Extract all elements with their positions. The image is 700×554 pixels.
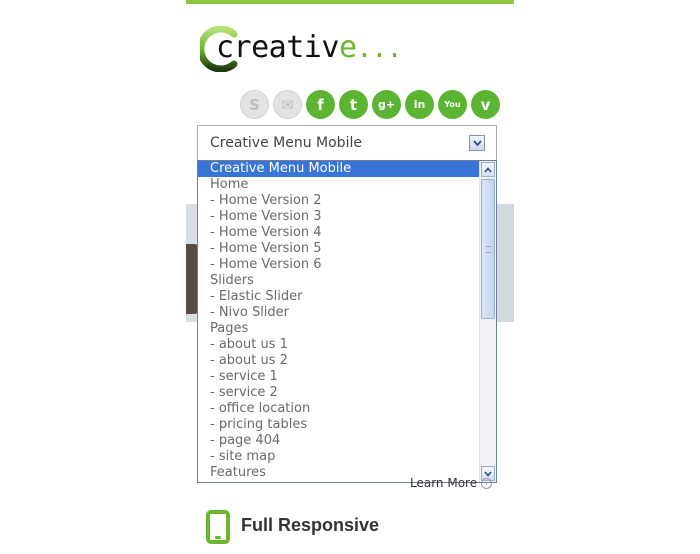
page: creative... S ✉ f t g+ in You v Creative Menu M… xyxy=(0,0,700,554)
youtube-icon[interactable]: You xyxy=(438,90,467,119)
options: Creative Menu Mobile Home - Home Version 2… xyxy=(198,161,480,481)
feature-title: Full Responsive xyxy=(241,515,380,535)
menu-option[interactable]: Home xyxy=(198,177,480,193)
chevron-down-icon[interactable] xyxy=(469,135,485,151)
menu-option[interactable]: - Home Version 6 xyxy=(198,257,480,273)
menu-option[interactable]: - office location xyxy=(198,401,480,417)
learn-more-link[interactable]: Learn More › xyxy=(410,476,492,490)
menu-option[interactable]: - Nivo Slider xyxy=(198,305,480,321)
twitter-icon[interactable]: t xyxy=(339,90,368,119)
google-plus-icon[interactable]: g+ xyxy=(372,90,401,119)
menu-option[interactable]: - pricing tables xyxy=(198,417,480,433)
menu-option[interactable]: - page 404 xyxy=(198,433,480,449)
menu-option[interactable]: Creative Menu Mobile xyxy=(198,161,480,177)
menu-option[interactable]: Sliders xyxy=(198,273,480,289)
site-logo[interactable]: creative... xyxy=(200,26,402,74)
menu-option[interactable]: - Home Version 2 xyxy=(198,193,480,209)
menu-option[interactable]: - service 2 xyxy=(198,385,480,401)
scrollbar-thumb[interactable] xyxy=(481,179,495,319)
menu-option[interactable]: Pages xyxy=(198,321,480,337)
top-accent-bar xyxy=(186,0,514,4)
scrollbar[interactable] xyxy=(479,161,496,482)
vimeo-icon[interactable]: v xyxy=(471,90,500,119)
menu-option[interactable]: - site map xyxy=(198,449,480,465)
arrow-circle-icon: › xyxy=(480,478,492,489)
menu-option[interactable]: - Home Version 3 xyxy=(198,209,480,225)
facebook-icon[interactable]: f xyxy=(306,90,335,119)
logo-text: creative... xyxy=(216,30,402,65)
email-icon[interactable]: ✉ xyxy=(273,90,302,119)
menu-options-list[interactable]: Creative Menu Mobile Home - Home Version 2… xyxy=(197,160,497,483)
menu-option[interactable]: - Elastic Slider xyxy=(198,289,480,305)
menu-option[interactable]: - Home Version 4 xyxy=(198,225,480,241)
select-value: Creative Menu Mobile xyxy=(210,135,362,151)
menu-option[interactable]: - about us 1 xyxy=(198,337,480,353)
menu-option[interactable]: - Home Version 5 xyxy=(198,241,480,257)
mobile-phone-icon xyxy=(206,510,230,544)
skype-icon[interactable]: S xyxy=(240,90,269,119)
scroll-up-icon[interactable] xyxy=(481,162,495,177)
linkedin-icon[interactable]: in xyxy=(405,90,434,119)
mobile-menu-select[interactable]: Creative Menu Mobile xyxy=(197,125,497,161)
menu-option[interactable]: - about us 2 xyxy=(198,353,480,369)
menu-option[interactable]: - service 1 xyxy=(198,369,480,385)
